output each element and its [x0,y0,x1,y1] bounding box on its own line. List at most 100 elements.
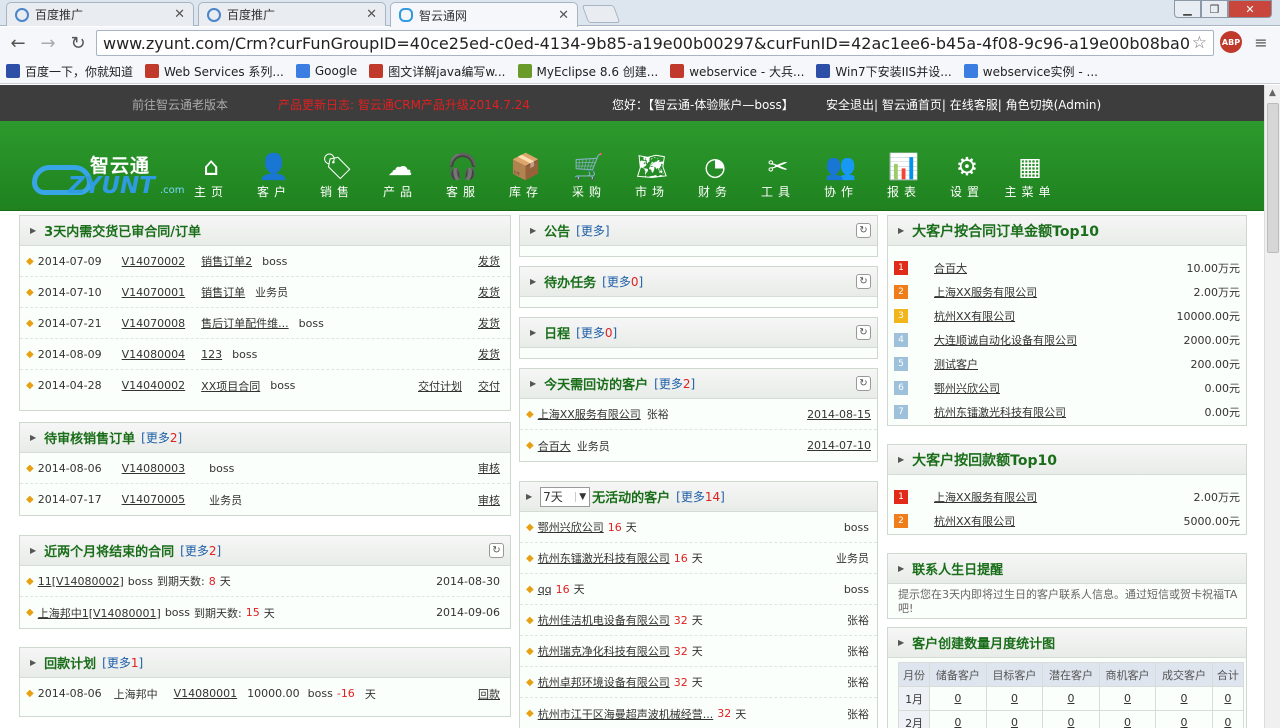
action-link[interactable]: 发货 [478,255,500,268]
order-code-link[interactable]: V14070001 [122,286,186,299]
menu-item-1[interactable]: 👤 客户 [246,152,302,200]
client-link[interactable]: 杭州东镭激光科技有限公司 [934,404,1066,420]
refresh-icon[interactable]: ↻ [856,325,871,340]
more-link[interactable]: [更多14] [676,488,725,505]
account-links[interactable]: 安全退出| 智云通首页| 在线客服| 角色切换(Admin) [826,96,1101,113]
order-code-link[interactable]: V14070008 [122,317,186,330]
client-link[interactable]: 大连顺诚自动化设备有限公司 [934,332,1077,348]
client-link[interactable]: 上海XX服务有限公司 [934,284,1037,300]
browser-tab-2[interactable]: 百度推广 ✕ [198,2,386,26]
order-code-link[interactable]: V14040002 [122,379,186,392]
refresh-icon[interactable]: ↻ [489,543,504,558]
order-name-link[interactable]: XX项目合同 [201,378,260,394]
client-link[interactable]: 鄂州兴欣公司 [934,380,1000,396]
minimize-icon[interactable]: ▁ [1174,0,1201,18]
menu-item-13[interactable]: ▦ 主菜单 [1002,152,1058,200]
count-link[interactable]: 0 [1011,692,1018,705]
count-link[interactable]: 0 [1181,692,1188,705]
count-link[interactable]: 0 [1011,716,1018,728]
page-scrollbar[interactable]: ▲ [1264,85,1280,728]
menu-item-8[interactable]: ◔ 财务 [687,152,743,200]
menu-item-4[interactable]: 🎧 客服 [435,152,491,200]
count-link[interactable]: 0 [1224,716,1231,728]
update-notice-link[interactable]: 产品更新日志: 智云通CRM产品升级2014.7.24 [278,96,530,113]
visit-date-link[interactable]: 2014-07-10 [807,439,871,452]
order-code-link[interactable]: V14070005 [122,493,186,506]
menu-item-5[interactable]: 📦 库存 [498,152,554,200]
forward-arrow-icon[interactable]: → [36,31,60,55]
menu-item-3[interactable]: ☁ 产品 [372,152,428,200]
order-code-link[interactable]: V14080004 [122,348,186,361]
order-name-link[interactable]: 销售订单2 [201,253,252,269]
client-link[interactable]: 杭州卓邦环境设备有限公司 [538,674,670,690]
count-link[interactable]: 0 [1181,716,1188,728]
order-code-link[interactable]: V14070002 [122,255,186,268]
more-link[interactable]: [更多2] [180,542,221,559]
menu-item-6[interactable]: 🛒 采购 [561,152,617,200]
menu-item-12[interactable]: ⚙ 设置 [939,152,995,200]
bookmark-item[interactable]: 图文详解java编写w... [369,63,506,80]
address-bar[interactable]: www.zyunt.com/Crm?curFunGroupID=40ce25ed… [96,30,1214,56]
action-link[interactable]: 发货 [478,348,500,361]
client-link[interactable]: 合百大 [538,438,571,454]
client-link[interactable]: 杭州XX有限公司 [934,513,1015,529]
client-link[interactable]: 上海XX服务有限公司 [538,406,641,422]
browser-tab-1[interactable]: 百度推广 ✕ [6,2,194,26]
action-link[interactable]: 交付 [478,380,500,393]
reload-icon[interactable]: ↻ [66,31,90,55]
scrollbar-thumb[interactable] [1267,103,1279,253]
client-link[interactable]: 杭州佳洁机电设备有限公司 [538,612,670,628]
client-link[interactable]: 鄂州兴欣公司 [538,519,604,535]
maximize-icon[interactable]: ❐ [1201,0,1228,18]
audit-link[interactable]: 审核 [478,460,500,476]
client-link[interactable]: 上海XX服务有限公司 [934,489,1037,505]
bookmark-item[interactable]: Win7下安装IIS并设... [816,63,952,80]
client-link[interactable]: 杭州XX有限公司 [934,308,1015,324]
audit-link[interactable]: 审核 [478,492,500,508]
menu-item-11[interactable]: 📊 报表 [876,152,932,200]
count-link[interactable]: 0 [1124,692,1131,705]
refresh-icon[interactable]: ↻ [856,274,871,289]
order-code-link[interactable]: V14080001 [174,687,238,700]
payment-link[interactable]: 回款 [478,686,500,702]
more-link[interactable]: [更多0] [576,324,617,341]
client-link[interactable]: 杭州市江干区海曼超声波机械经营... [538,706,714,722]
contract-link[interactable]: 上海邦中1[V14080001] [38,605,161,621]
client-link[interactable]: 杭州东镭激光科技有限公司 [538,550,670,566]
refresh-icon[interactable]: ↻ [856,376,871,391]
scroll-up-icon[interactable]: ▲ [1265,85,1280,101]
more-link[interactable]: [更多2] [654,375,695,392]
more-link[interactable]: [更多] [576,222,609,239]
adblock-icon[interactable]: ABP [1220,31,1242,53]
bookmark-item[interactable]: 百度一下，你就知道 [6,63,133,80]
bookmark-item[interactable]: webservice - 大兵... [670,63,804,80]
more-link[interactable]: [更多2] [141,429,182,446]
count-link[interactable]: 0 [954,716,961,728]
refresh-icon[interactable]: ↻ [856,223,871,238]
order-name-link[interactable]: 123 [201,348,222,361]
more-link[interactable]: [更多0] [602,273,643,290]
client-link[interactable]: 测试客户 [934,356,978,372]
close-window-icon[interactable]: ✕ [1228,0,1272,18]
browser-tab-3[interactable]: 智云通网 ✕ [390,2,578,27]
count-link[interactable]: 0 [1124,716,1131,728]
count-link[interactable]: 0 [1067,716,1074,728]
bookmark-star-icon[interactable]: ☆ [1192,33,1207,53]
count-link[interactable]: 0 [1067,692,1074,705]
contract-link[interactable]: 11[V14080002] [38,575,124,588]
close-tab-icon[interactable]: ✕ [558,8,569,23]
action-link[interactable]: 发货 [478,317,500,330]
client-link[interactable]: qq [538,583,552,596]
order-name-link[interactable]: 销售订单 [201,284,245,300]
menu-item-9[interactable]: ✂ 工具 [750,152,806,200]
close-tab-icon[interactable]: ✕ [366,7,377,22]
days-select[interactable]: 7天 ▼ [540,486,591,507]
action-link[interactable]: 交付计划 [418,380,462,393]
bookmark-item[interactable]: Web Services 系列... [145,63,284,80]
menu-item-7[interactable]: 🗺 市场 [624,152,680,200]
close-tab-icon[interactable]: ✕ [174,7,185,22]
bookmark-item[interactable]: Google [295,64,357,78]
order-name-link[interactable]: 售后订单配件维... [201,315,289,331]
bookmark-item[interactable]: MyEclipse 8.6 创建... [517,63,658,80]
zyunt-logo[interactable]: 智云通 ZYUNT .com [28,143,188,199]
